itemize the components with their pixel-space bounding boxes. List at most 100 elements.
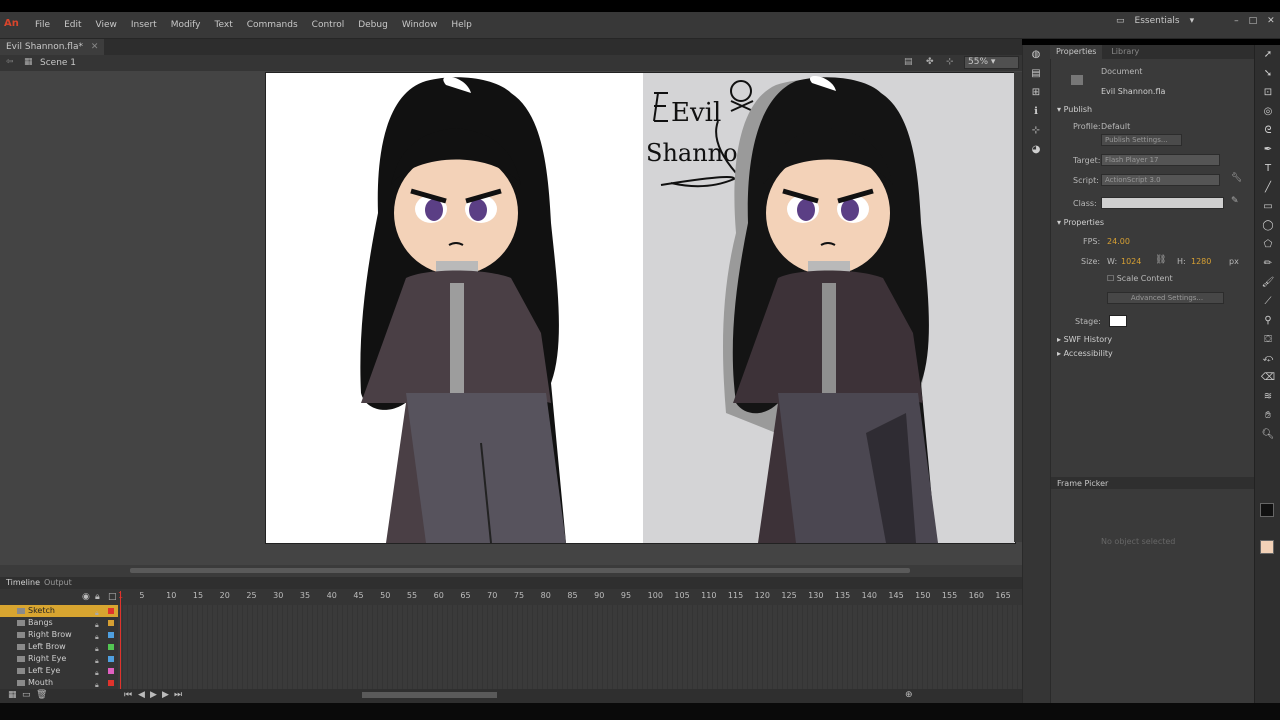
lock-icon[interactable]: 🔒︎ bbox=[95, 592, 100, 602]
menu-control[interactable]: Control bbox=[305, 18, 352, 32]
layer-color-swatch[interactable] bbox=[108, 644, 114, 650]
color-icon[interactable]: ◕ bbox=[1023, 140, 1049, 159]
close-icon[interactable]: ✕ bbox=[91, 42, 99, 52]
close-icon[interactable]: ✕ bbox=[1267, 16, 1275, 26]
selection-tool-icon[interactable]: ➚ bbox=[1255, 45, 1280, 64]
wrench-icon[interactable]: 🔧︎ bbox=[1231, 173, 1242, 183]
delete-layer-icon[interactable]: 🗑︎ bbox=[36, 690, 47, 700]
layer-color-swatch[interactable] bbox=[108, 656, 114, 662]
fps-value[interactable]: 24.00 bbox=[1107, 237, 1130, 246]
align-icon[interactable]: ⊞ bbox=[1023, 83, 1049, 102]
rectangle-tool-icon[interactable]: ▭ bbox=[1255, 197, 1280, 216]
polystar-tool-icon[interactable]: ⬠ bbox=[1255, 235, 1280, 254]
swf-history-section[interactable]: ▸ SWF History bbox=[1057, 335, 1112, 344]
menu-insert[interactable]: Insert bbox=[124, 18, 164, 32]
zoom-timeline-icon[interactable]: ⊕ bbox=[905, 690, 913, 700]
new-layer-icon[interactable]: ▦ bbox=[8, 690, 17, 700]
menu-file[interactable]: File bbox=[28, 18, 57, 32]
publish-settings-button[interactable]: Publish Settings... bbox=[1101, 134, 1182, 146]
free-transform-tool-icon[interactable]: ⊡ bbox=[1255, 83, 1280, 102]
back-arrow-icon[interactable]: ⇦ bbox=[6, 57, 14, 67]
layer-row[interactable]: Bangs 🔒︎ bbox=[0, 617, 118, 629]
class-input[interactable] bbox=[1101, 197, 1224, 209]
document-tab[interactable]: Evil Shannon.fla* ✕ bbox=[0, 39, 105, 55]
outline-icon[interactable]: □ bbox=[108, 592, 117, 602]
target-select[interactable]: Flash Player 17 bbox=[1101, 154, 1220, 166]
menu-help[interactable]: Help bbox=[444, 18, 479, 32]
new-folder-icon[interactable]: ▭ bbox=[22, 690, 31, 700]
layer-color-swatch[interactable] bbox=[108, 620, 114, 626]
minimize-icon[interactable]: – bbox=[1234, 16, 1239, 26]
lasso-tool-icon[interactable]: ᘓ bbox=[1255, 121, 1280, 140]
scale-content-checkbox[interactable]: ☐ Scale Content bbox=[1107, 274, 1173, 283]
layer-row[interactable]: Right Brow 🔒︎ bbox=[0, 629, 118, 641]
frame-grid[interactable] bbox=[118, 605, 1022, 690]
menu-modify[interactable]: Modify bbox=[164, 18, 208, 32]
publish-section[interactable]: ▾ Publish bbox=[1057, 105, 1092, 114]
layer-row[interactable]: Sketch 🔒︎ bbox=[0, 605, 118, 617]
height-value[interactable]: 1280 bbox=[1191, 257, 1211, 266]
maximize-icon[interactable]: □ bbox=[1249, 16, 1258, 26]
eraser-tool-icon[interactable]: ⌫ bbox=[1255, 368, 1280, 387]
subselection-tool-icon[interactable]: ➘ bbox=[1255, 64, 1280, 83]
transform-icon[interactable]: ⊹ bbox=[1023, 121, 1049, 140]
width-tool-icon[interactable]: ≋ bbox=[1255, 387, 1280, 406]
last-frame-icon[interactable]: ⏭ bbox=[174, 690, 182, 700]
stage-color-swatch[interactable] bbox=[1109, 315, 1127, 327]
menu-debug[interactable]: Debug bbox=[351, 18, 395, 32]
eye-icon[interactable]: ◉ bbox=[82, 592, 90, 602]
menu-window[interactable]: Window bbox=[395, 18, 445, 32]
timeline-scroll-thumb[interactable] bbox=[362, 692, 497, 698]
tab-library[interactable]: Library bbox=[1105, 45, 1145, 59]
brush-tool-icon[interactable]: 🖌︎ bbox=[1255, 273, 1280, 292]
layer-row[interactable]: Left Eye 🔒︎ bbox=[0, 665, 118, 677]
pen-tool-icon[interactable]: ✒ bbox=[1255, 140, 1280, 159]
menu-view[interactable]: View bbox=[89, 18, 124, 32]
scrollbar-thumb[interactable] bbox=[130, 568, 910, 573]
accessibility-section[interactable]: ▸ Accessibility bbox=[1057, 349, 1113, 358]
edit-symbols-icon[interactable]: ✤ bbox=[926, 57, 934, 67]
workspace-switcher[interactable]: Essentials bbox=[1135, 16, 1180, 26]
bone-tool-icon[interactable]: ⚲ bbox=[1255, 311, 1280, 330]
properties-icon[interactable]: ◍ bbox=[1023, 45, 1049, 64]
center-stage-icon[interactable]: ⊹ bbox=[946, 57, 954, 67]
paint-bucket-tool-icon[interactable]: ⛋ bbox=[1255, 330, 1280, 349]
tab-timeline[interactable]: Timeline bbox=[6, 578, 40, 587]
stage[interactable]: Evil Shannon bbox=[265, 72, 1016, 544]
fill-color-swatch[interactable] bbox=[1260, 540, 1274, 554]
info-icon[interactable]: ℹ bbox=[1023, 102, 1049, 121]
next-frame-icon[interactable]: ▶ bbox=[162, 690, 169, 700]
layer-row[interactable]: Right Eye 🔒︎ bbox=[0, 653, 118, 665]
stroke-color-swatch[interactable] bbox=[1260, 503, 1274, 517]
pencil-tool-icon[interactable]: ✏ bbox=[1255, 254, 1280, 273]
text-tool-icon[interactable]: T bbox=[1255, 159, 1280, 178]
menu-commands[interactable]: Commands bbox=[240, 18, 305, 32]
pencil-icon[interactable]: ✎ bbox=[1231, 196, 1239, 206]
hand-tool-icon[interactable]: ✋︎ bbox=[1255, 406, 1280, 425]
zoom-tool-icon[interactable]: 🔍︎ bbox=[1255, 425, 1280, 444]
line-tool-icon[interactable]: ╱ bbox=[1255, 178, 1280, 197]
layout-icon[interactable]: ▭ bbox=[1116, 16, 1125, 26]
edit-scene-icon[interactable]: ▤ bbox=[904, 57, 913, 67]
menu-text[interactable]: Text bbox=[208, 18, 240, 32]
link-icon[interactable]: ⛓︎ bbox=[1155, 255, 1166, 265]
playhead[interactable] bbox=[120, 591, 121, 691]
first-frame-icon[interactable]: ⏮ bbox=[124, 690, 132, 700]
stage-vertical-scrollbar[interactable] bbox=[1014, 72, 1022, 542]
script-select[interactable]: ActionScript 3.0 bbox=[1101, 174, 1220, 186]
3d-rotation-tool-icon[interactable]: ◎ bbox=[1255, 102, 1280, 121]
frame-ruler[interactable]: 1510152025303540455055606570758085909510… bbox=[118, 591, 1022, 605]
play-icon[interactable]: ▶ bbox=[150, 690, 157, 700]
layer-color-swatch[interactable] bbox=[108, 680, 114, 686]
layer-color-swatch[interactable] bbox=[108, 668, 114, 674]
layer-row[interactable]: Mouth 🔒︎ bbox=[0, 677, 118, 689]
layer-color-swatch[interactable] bbox=[108, 608, 114, 614]
prev-frame-icon[interactable]: ◀ bbox=[138, 690, 145, 700]
width-value[interactable]: 1024 bbox=[1121, 257, 1141, 266]
tab-properties[interactable]: Properties bbox=[1050, 45, 1103, 59]
eyedropper-tool-icon[interactable]: ⤽ bbox=[1255, 349, 1280, 368]
paint-brush-tool-icon[interactable]: ⟋ bbox=[1255, 292, 1280, 311]
chevron-down-icon[interactable]: ▾ bbox=[1190, 16, 1195, 26]
zoom-select[interactable]: 55% ▾ bbox=[964, 56, 1019, 69]
advanced-settings-button[interactable]: Advanced Settings... bbox=[1107, 292, 1224, 304]
